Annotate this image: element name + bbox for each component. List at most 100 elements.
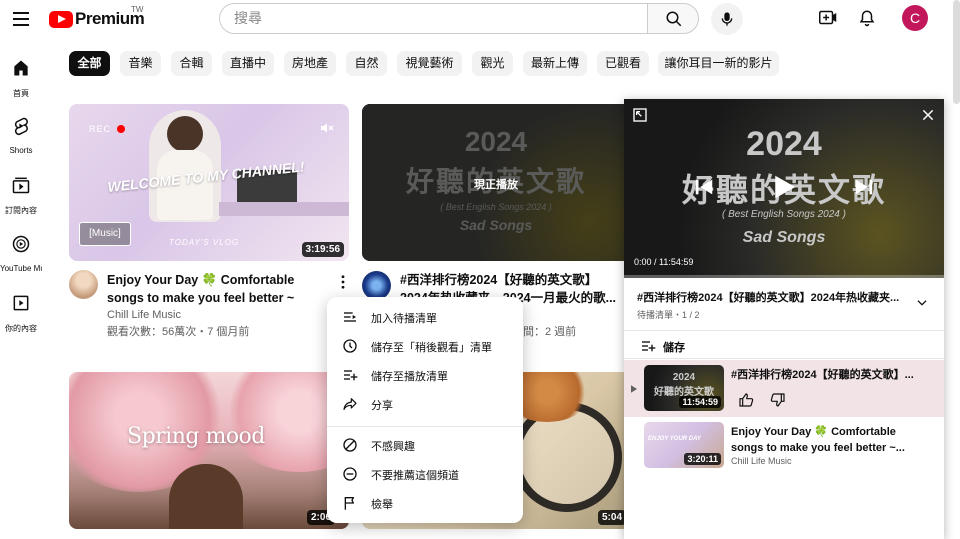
dislike-icon[interactable] (770, 392, 786, 408)
shorts-icon (14, 117, 28, 136)
menu-item-label: 儲存至「稍後觀看」清單 (371, 342, 492, 354)
menu-item-label: 加入待播清單 (371, 313, 437, 325)
share-icon (343, 398, 357, 410)
thumbnail-tag: [Music] (79, 222, 131, 246)
now-playing-label: 現正播放 (474, 179, 518, 191)
chip-real-estate[interactable]: 房地產 (284, 51, 336, 76)
menu-item-report[interactable]: 檢舉 (327, 490, 523, 517)
search-button[interactable] (647, 3, 699, 34)
menu-item-add-to-queue[interactable]: 加入待播清單 (327, 304, 523, 331)
channel-name[interactable]: Chill Life Music (731, 456, 792, 466)
page-scrollbar[interactable] (953, 0, 960, 104)
playlist-item-title[interactable]: #西洋排行榜2024【好聽的英文歌】... (731, 367, 931, 383)
playlist-item-current[interactable]: 2024 好聽的英文歌 11:54:59 #西洋排行榜2024【好聽的英文歌】.… (624, 360, 944, 417)
menu-item-label: 不要推薦這個頻道 (371, 470, 459, 482)
playlist-item-thumbnail[interactable]: ENJOY YOUR DAY 3:20:11 (644, 422, 724, 468)
thumbnail-subtitle: TODAY'S VLOG (169, 238, 240, 247)
duration-badge: 3:20:11 (684, 453, 721, 465)
channel-avatar[interactable] (69, 270, 98, 299)
sidebar-item-subscriptions[interactable]: 訂閱內容 (0, 175, 42, 216)
previous-icon[interactable] (693, 176, 715, 198)
menu-item-share[interactable]: 分享 (327, 391, 523, 418)
region-code: TW (131, 5, 144, 14)
menu-item-dont-recommend-channel[interactable]: 不要推薦這個頻道 (327, 461, 523, 488)
person-figure (149, 110, 221, 222)
playlist-item-title[interactable]: Enjoy Your Day 🍀 Comfortable songs to ma… (731, 424, 931, 456)
create-video-icon[interactable] (819, 10, 837, 25)
youtube-logo[interactable]: Premium (49, 9, 145, 29)
video-metadata: 間：2 週前 (523, 326, 577, 338)
video-thumbnail[interactable]: REC WELCOME TO MY CHANNEL! [Music] TODAY… (69, 104, 349, 261)
sidebar-item-label: 你的內容 (5, 324, 37, 333)
progress-bar[interactable] (624, 275, 944, 278)
close-icon[interactable] (921, 108, 935, 122)
video-tagline-text: Sad Songs (742, 229, 826, 246)
video-options-menu: 加入待播清單 儲存至「稍後觀看」清單 儲存至播放清單 分享 不感興趣 不要推薦這… (327, 297, 523, 523)
more-options-icon[interactable] (341, 275, 345, 289)
menu-item-save-to-playlist[interactable]: 儲存至播放清單 (327, 362, 523, 389)
expand-icon[interactable] (632, 107, 648, 123)
playlist-item[interactable]: ENJOY YOUR DAY 3:20:11 Enjoy Your Day 🍀 … (624, 417, 944, 474)
video-thumbnail[interactable]: 2024 好聽的英文歌 ( Best English Songs 2024 ) … (362, 104, 630, 261)
sidebar-item-label: 首頁 (13, 89, 29, 98)
clock-icon (343, 339, 357, 353)
library-icon (13, 295, 29, 311)
like-icon[interactable] (738, 392, 754, 408)
chip-watched[interactable]: 已觀看 (597, 51, 649, 76)
divider (624, 358, 944, 359)
sidebar-item-label: Shorts (9, 146, 33, 155)
voice-search-button[interactable] (711, 3, 743, 35)
playlist-position: 待播清單・1 / 2 (637, 310, 700, 320)
sidebar-item-shorts[interactable]: Shorts (0, 116, 42, 155)
video-thumbnail[interactable]: Spring mood 2:06 (69, 372, 349, 529)
chip-music[interactable]: 音樂 (120, 51, 161, 76)
menu-item-not-interested[interactable]: 不感興趣 (327, 432, 523, 459)
sidebar-item-label: 訂閱內容 (5, 206, 37, 215)
desk (219, 202, 349, 216)
miniplayer-video[interactable]: 2024 好聽的英文歌 ( Best English Songs 2024 ) … (624, 99, 944, 278)
chip-visual-arts[interactable]: 視覺藝術 (397, 51, 462, 76)
sidebar-item-home[interactable]: 首頁 (0, 58, 42, 99)
save-label: 儲存 (663, 342, 685, 354)
playback-time: 0:00 / 11:54:59 (634, 257, 694, 267)
channel-avatar[interactable] (362, 271, 391, 300)
chip-mixes[interactable]: 合輯 (171, 51, 212, 76)
playlist-add-icon (642, 341, 656, 352)
video-year-text: 2024 (746, 125, 822, 163)
next-icon[interactable] (853, 176, 875, 198)
door (169, 464, 243, 529)
search-input[interactable]: 搜尋 (219, 3, 648, 34)
menu-item-watch-later[interactable]: 儲存至「稍後觀看」清單 (327, 333, 523, 360)
playlist-title[interactable]: #西洋排行榜2024【好聽的英文歌】2024年热收藏夹... (637, 289, 909, 305)
sidebar-item-youtube-music[interactable]: YouTube Mu... (0, 234, 42, 273)
menu-icon[interactable] (13, 12, 29, 26)
playlist-item-thumbnail[interactable]: 2024 好聽的英文歌 11:54:59 (644, 365, 724, 411)
thumbnail-year: 2024 (672, 372, 696, 383)
playlist-add-icon (344, 370, 358, 381)
menu-item-label: 分享 (371, 400, 393, 412)
chip-recently-uploaded[interactable]: 最新上傳 (523, 51, 587, 76)
menu-item-label: 不感興趣 (371, 441, 415, 453)
youtube-play-icon (49, 10, 73, 28)
chip-new-to-you[interactable]: 讓你耳目一新的影片 (658, 51, 779, 76)
queue-icon (344, 312, 356, 322)
channel-name[interactable]: Chill Life Music (107, 307, 181, 324)
search-icon (666, 11, 682, 27)
play-icon[interactable] (769, 172, 799, 202)
thumbnail-title: Spring mood (127, 424, 265, 449)
duration-badge: 3:19:56 (301, 242, 344, 257)
notifications-bell-icon[interactable] (858, 9, 876, 27)
dont-recommend-icon (343, 467, 357, 481)
menu-item-label: 儲存至播放清單 (371, 371, 448, 383)
home-icon (14, 60, 28, 76)
chevron-down-icon[interactable] (915, 296, 929, 310)
now-playing-indicator-icon (631, 385, 637, 393)
chip-nature[interactable]: 自然 (346, 51, 387, 76)
chip-tourism[interactable]: 觀光 (472, 51, 513, 76)
video-title[interactable]: Enjoy Your Day 🍀 Comfortable songs to ma… (107, 271, 329, 307)
duration-badge: 5:04 (597, 510, 626, 525)
chip-live[interactable]: 直播中 (222, 51, 274, 76)
account-avatar[interactable]: C (902, 5, 928, 31)
chip-all[interactable]: 全部 (69, 51, 110, 76)
sidebar-item-library[interactable]: 你的內容 (0, 293, 42, 334)
